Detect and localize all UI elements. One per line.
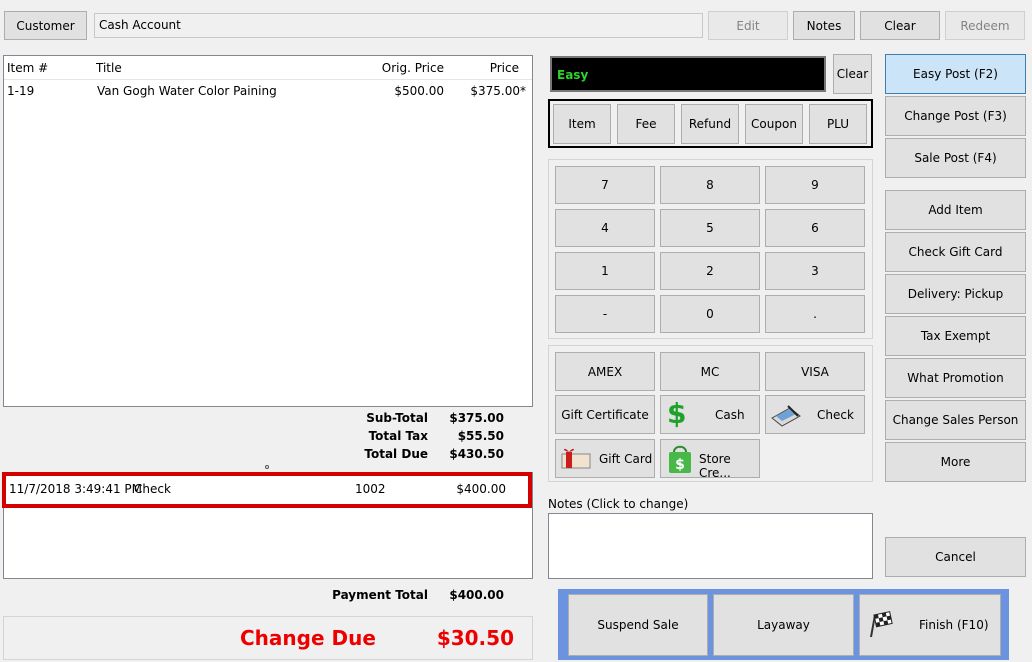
col-orig-price: Orig. Price bbox=[381, 61, 444, 75]
amex-button[interactable]: AMEX bbox=[555, 352, 655, 391]
gift-card-icon bbox=[560, 446, 592, 475]
items-table[interactable]: Item # Title Orig. Price Price 1-19 Van … bbox=[3, 55, 533, 407]
row-item-no: 1-19 bbox=[7, 84, 35, 98]
type-item-button[interactable]: Item bbox=[553, 104, 611, 144]
gift-card-label: Gift Card bbox=[599, 452, 653, 466]
row-price: $375.00* bbox=[470, 84, 526, 98]
edit-button[interactable]: Edit bbox=[708, 11, 788, 40]
entry-clear-button[interactable]: Clear bbox=[833, 54, 872, 94]
items-table-header: Item # Title Orig. Price Price bbox=[4, 56, 532, 80]
notes-button[interactable]: Notes bbox=[793, 11, 855, 40]
shopping-bag-icon: $ bbox=[666, 443, 694, 478]
key-minus[interactable]: - bbox=[555, 295, 655, 333]
cash-button[interactable]: $ Cash bbox=[660, 395, 760, 434]
payment-ref: 1002 bbox=[355, 482, 386, 496]
table-row[interactable]: 1-19 Van Gogh Water Color Paining $500.0… bbox=[4, 81, 532, 103]
splitter-grip[interactable] bbox=[265, 465, 269, 469]
sale-post-button[interactable]: Sale Post (F4) bbox=[885, 138, 1026, 178]
visa-button[interactable]: VISA bbox=[765, 352, 865, 391]
what-promotion-button[interactable]: What Promotion bbox=[885, 358, 1026, 398]
easy-post-button[interactable]: Easy Post (F2) bbox=[885, 54, 1026, 94]
subtotal-label: Sub-Total bbox=[366, 411, 428, 425]
store-credit-label: Store Cre... bbox=[699, 452, 731, 480]
check-gift-card-button[interactable]: Check Gift Card bbox=[885, 232, 1026, 272]
payment-method: Check bbox=[134, 482, 171, 496]
key-6[interactable]: 6 bbox=[765, 209, 865, 247]
row-title: Van Gogh Water Color Paining bbox=[97, 84, 277, 98]
payment-datetime: 11/7/2018 3:49:41 PM bbox=[9, 482, 143, 496]
key-0[interactable]: 0 bbox=[660, 295, 760, 333]
check-button[interactable]: Check bbox=[765, 395, 865, 434]
tax-exempt-button[interactable]: Tax Exempt bbox=[885, 316, 1026, 356]
type-coupon-button[interactable]: Coupon bbox=[745, 104, 803, 144]
key-5[interactable]: 5 bbox=[660, 209, 760, 247]
gift-certificate-button[interactable]: Gift Certificate bbox=[555, 395, 655, 434]
change-due-panel: Change Due $30.50 bbox=[3, 616, 533, 660]
key-8[interactable]: 8 bbox=[660, 166, 760, 204]
checkered-flag-icon bbox=[865, 611, 893, 642]
notes-box[interactable] bbox=[548, 513, 873, 579]
key-4[interactable]: 4 bbox=[555, 209, 655, 247]
customer-button[interactable]: Customer bbox=[4, 11, 87, 40]
type-plu-button[interactable]: PLU bbox=[809, 104, 867, 144]
tax-label: Total Tax bbox=[368, 429, 428, 443]
finish-button[interactable]: Finish (F10) bbox=[859, 594, 1001, 656]
due-value: $430.50 bbox=[449, 447, 504, 461]
gift-card-button[interactable]: Gift Card bbox=[555, 439, 655, 478]
change-sales-person-button[interactable]: Change Sales Person bbox=[885, 400, 1026, 440]
redeem-button[interactable]: Redeem bbox=[945, 11, 1025, 40]
key-1[interactable]: 1 bbox=[555, 252, 655, 290]
svg-text:$: $ bbox=[675, 457, 685, 473]
col-title: Title bbox=[96, 61, 122, 75]
change-post-button[interactable]: Change Post (F3) bbox=[885, 96, 1026, 136]
row-orig-price: $500.00 bbox=[394, 84, 444, 98]
notes-label: Notes (Click to change) bbox=[548, 497, 689, 511]
type-refund-button[interactable]: Refund bbox=[681, 104, 739, 144]
key-7[interactable]: 7 bbox=[555, 166, 655, 204]
entry-mode-text: Easy bbox=[557, 68, 589, 82]
finish-label: Finish (F10) bbox=[919, 618, 989, 632]
tax-value: $55.50 bbox=[457, 429, 504, 443]
key-decimal[interactable]: . bbox=[765, 295, 865, 333]
col-item-no: Item # bbox=[7, 61, 49, 75]
cancel-button[interactable]: Cancel bbox=[885, 537, 1026, 577]
payment-amount: $400.00 bbox=[456, 482, 506, 496]
clear-button[interactable]: Clear bbox=[860, 11, 940, 40]
payment-total-label: Payment Total bbox=[332, 588, 428, 602]
key-9[interactable]: 9 bbox=[765, 166, 865, 204]
key-2[interactable]: 2 bbox=[660, 252, 760, 290]
key-3[interactable]: 3 bbox=[765, 252, 865, 290]
change-due-value: $30.50 bbox=[436, 626, 514, 650]
change-due-label: Change Due bbox=[240, 626, 376, 650]
cash-label: Cash bbox=[715, 408, 745, 422]
dollar-icon: $ bbox=[667, 397, 687, 430]
payment-row[interactable]: 11/7/2018 3:49:41 PM Check 1002 $400.00 bbox=[2, 472, 532, 508]
more-button[interactable]: More bbox=[885, 442, 1026, 482]
col-price: Price bbox=[489, 61, 519, 75]
payment-total-value: $400.00 bbox=[449, 588, 504, 602]
check-label: Check bbox=[817, 408, 854, 422]
store-credit-button[interactable]: $ Store Cre... bbox=[660, 439, 760, 480]
entry-display[interactable]: Easy bbox=[550, 56, 826, 92]
customer-field[interactable]: Cash Account bbox=[94, 13, 703, 38]
customer-value: Cash Account bbox=[99, 18, 181, 32]
suspend-sale-button[interactable]: Suspend Sale bbox=[568, 594, 708, 656]
delivery-button[interactable]: Delivery: Pickup bbox=[885, 274, 1026, 314]
mc-button[interactable]: MC bbox=[660, 352, 760, 391]
due-label: Total Due bbox=[364, 447, 428, 461]
type-fee-button[interactable]: Fee bbox=[617, 104, 675, 144]
layaway-button[interactable]: Layaway bbox=[713, 594, 854, 656]
check-icon bbox=[770, 402, 802, 431]
subtotal-value: $375.00 bbox=[449, 411, 504, 425]
add-item-button[interactable]: Add Item bbox=[885, 190, 1026, 230]
